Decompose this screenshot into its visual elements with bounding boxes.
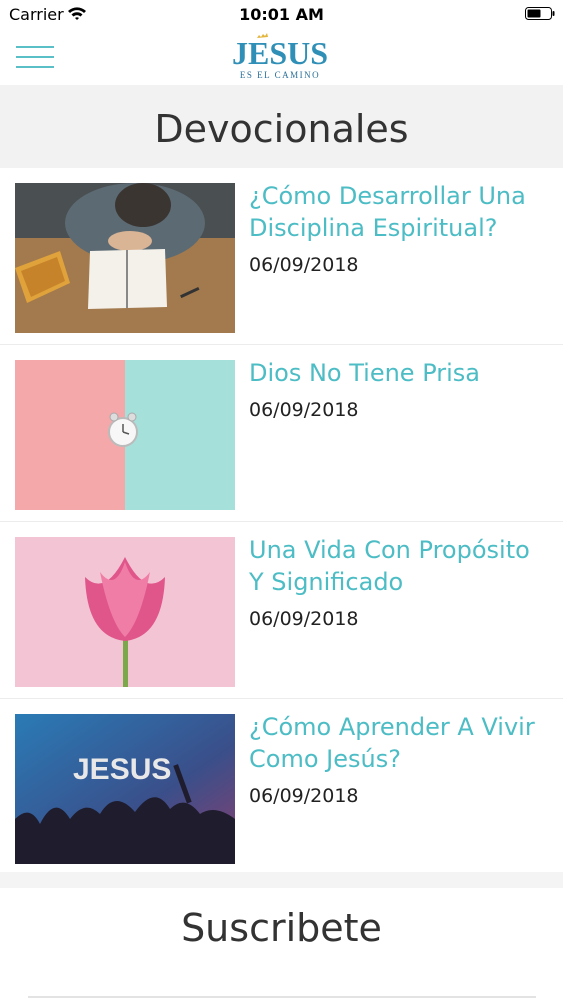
article-thumbnail[interactable]: [15, 183, 235, 333]
thumbnail-text: JESUS: [73, 753, 171, 786]
article-date: 06/09/2018: [249, 785, 359, 807]
article-date: 06/09/2018: [249, 254, 359, 276]
menu-button[interactable]: [16, 44, 54, 70]
app-header: JESUS ES EL CAMINO: [0, 30, 563, 85]
subscribe-title: Suscribete: [181, 906, 382, 950]
logo-text: JESUS: [232, 35, 328, 71]
article-thumbnail[interactable]: [15, 360, 235, 510]
logo-subtitle: ES EL CAMINO: [240, 70, 320, 80]
battery-icon: [525, 7, 555, 20]
clock: 10:01 AM: [239, 5, 324, 24]
section-divider: [0, 872, 563, 888]
list-item[interactable]: Una Vida Con Propósito Y Significado 06/…: [0, 522, 563, 699]
logo[interactable]: JESUS ES EL CAMINO: [225, 32, 335, 82]
article-title[interactable]: Dios No Tiene Prisa: [249, 357, 549, 389]
article-date: 06/09/2018: [249, 608, 359, 630]
hamburger-icon-line: [16, 56, 54, 58]
article-title[interactable]: ¿Cómo Desarrollar Una Disciplina Espirit…: [249, 180, 549, 244]
subscribe-field-border[interactable]: [28, 996, 536, 998]
devotional-list: ¿Cómo Desarrollar Una Disciplina Espirit…: [0, 168, 563, 875]
article-title[interactable]: Una Vida Con Propósito Y Significado: [249, 534, 549, 598]
article-title[interactable]: ¿Cómo Aprender A Vivir Como Jesús?: [249, 711, 549, 775]
section-title: Devocionales: [0, 85, 563, 168]
list-item[interactable]: Dios No Tiene Prisa 06/09/2018: [0, 345, 563, 522]
article-date: 06/09/2018: [249, 399, 359, 421]
subscribe-section: Suscribete: [0, 888, 563, 1000]
status-bar: Carrier 10:01 AM: [0, 0, 563, 30]
hamburger-icon-line: [16, 66, 54, 68]
list-item[interactable]: ¿Cómo Desarrollar Una Disciplina Espirit…: [0, 168, 563, 345]
article-thumbnail[interactable]: [15, 537, 235, 687]
hamburger-icon: [16, 46, 54, 48]
article-thumbnail[interactable]: JESUS: [15, 714, 235, 864]
list-item[interactable]: JESUS ¿Cómo Aprender A Vivir Como Jesús?…: [0, 699, 563, 875]
